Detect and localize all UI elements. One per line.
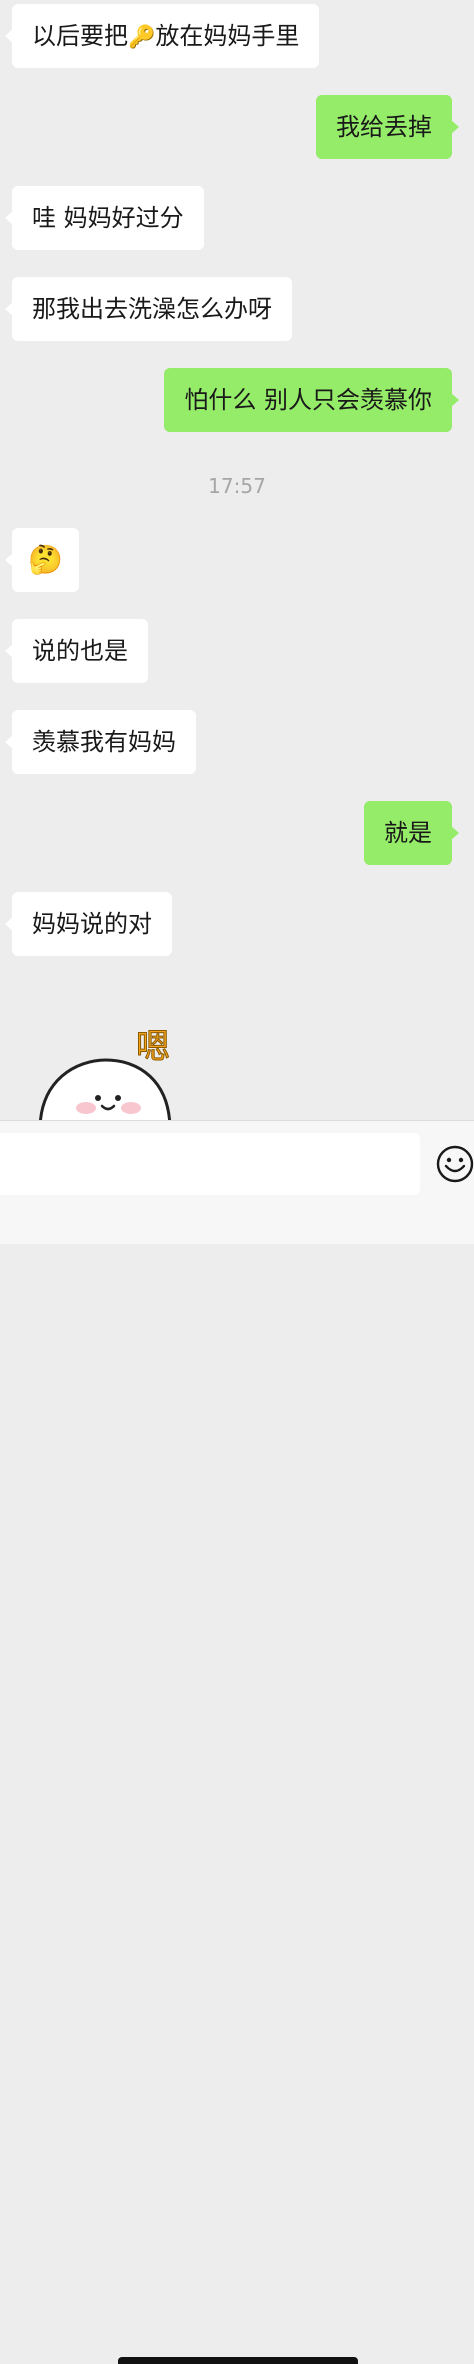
home-indicator bbox=[118, 2357, 358, 2364]
message-bubble-received[interactable]: 羡慕我有妈妈 bbox=[5, 710, 196, 774]
message-bubble-sent[interactable]: 怕什么 别人只会羡慕你 bbox=[164, 368, 459, 432]
message-text: 怕什么 别人只会羡慕你 bbox=[184, 386, 432, 414]
message-input[interactable] bbox=[0, 1133, 420, 1195]
message-text: 就是 bbox=[384, 819, 432, 847]
message-bubble-sent[interactable]: 我给丢掉 bbox=[316, 95, 459, 159]
thinking-face-icon: 🤔 bbox=[28, 543, 63, 576]
message-bubble-received[interactable]: 哇 妈妈好过分 bbox=[5, 186, 204, 250]
message-text: 说的也是 bbox=[32, 637, 128, 665]
key-icon: 🔑 bbox=[128, 25, 156, 50]
sticker-message[interactable]: 嗯 bbox=[36, 1020, 186, 1120]
input-toolbar bbox=[0, 1120, 474, 2364]
message-text: 妈妈说的对 bbox=[32, 910, 152, 938]
message-bubble-sent[interactable]: 就是 bbox=[364, 801, 459, 865]
smiley-icon bbox=[436, 1145, 474, 1183]
message-bubble-received[interactable]: 那我出去洗澡怎么办呀 bbox=[5, 277, 292, 341]
message-input-field[interactable] bbox=[0, 1133, 420, 1195]
chat-history[interactable]: 以后要把🔑放在妈妈手里 我给丢掉 哇 妈妈好过分 那我出去洗澡怎么办呀 怕什么 … bbox=[0, 0, 474, 1120]
message-text: 放在妈妈手里 bbox=[155, 22, 300, 50]
message-text: 我给丢掉 bbox=[336, 113, 432, 141]
message-bubble-received[interactable]: 🤔 bbox=[5, 528, 79, 592]
timestamp: 17:57 bbox=[208, 474, 266, 498]
message-text: 那我出去洗澡怎么办呀 bbox=[32, 295, 272, 323]
message-bubble-received[interactable]: 以后要把🔑放在妈妈手里 bbox=[4, 4, 320, 68]
message-text: 哇 妈妈好过分 bbox=[32, 204, 184, 232]
sticker-caption: 嗯 bbox=[136, 1027, 170, 1067]
message-bubble-received[interactable]: 说的也是 bbox=[5, 619, 148, 683]
emoji-button[interactable] bbox=[436, 1145, 474, 1183]
smiling-bun-sticker-icon: 嗯 bbox=[39, 1027, 171, 1120]
message-text: 以后要把 bbox=[32, 22, 128, 50]
message-bubble-received[interactable]: 妈妈说的对 bbox=[5, 892, 172, 956]
message-text: 羡慕我有妈妈 bbox=[32, 728, 176, 756]
